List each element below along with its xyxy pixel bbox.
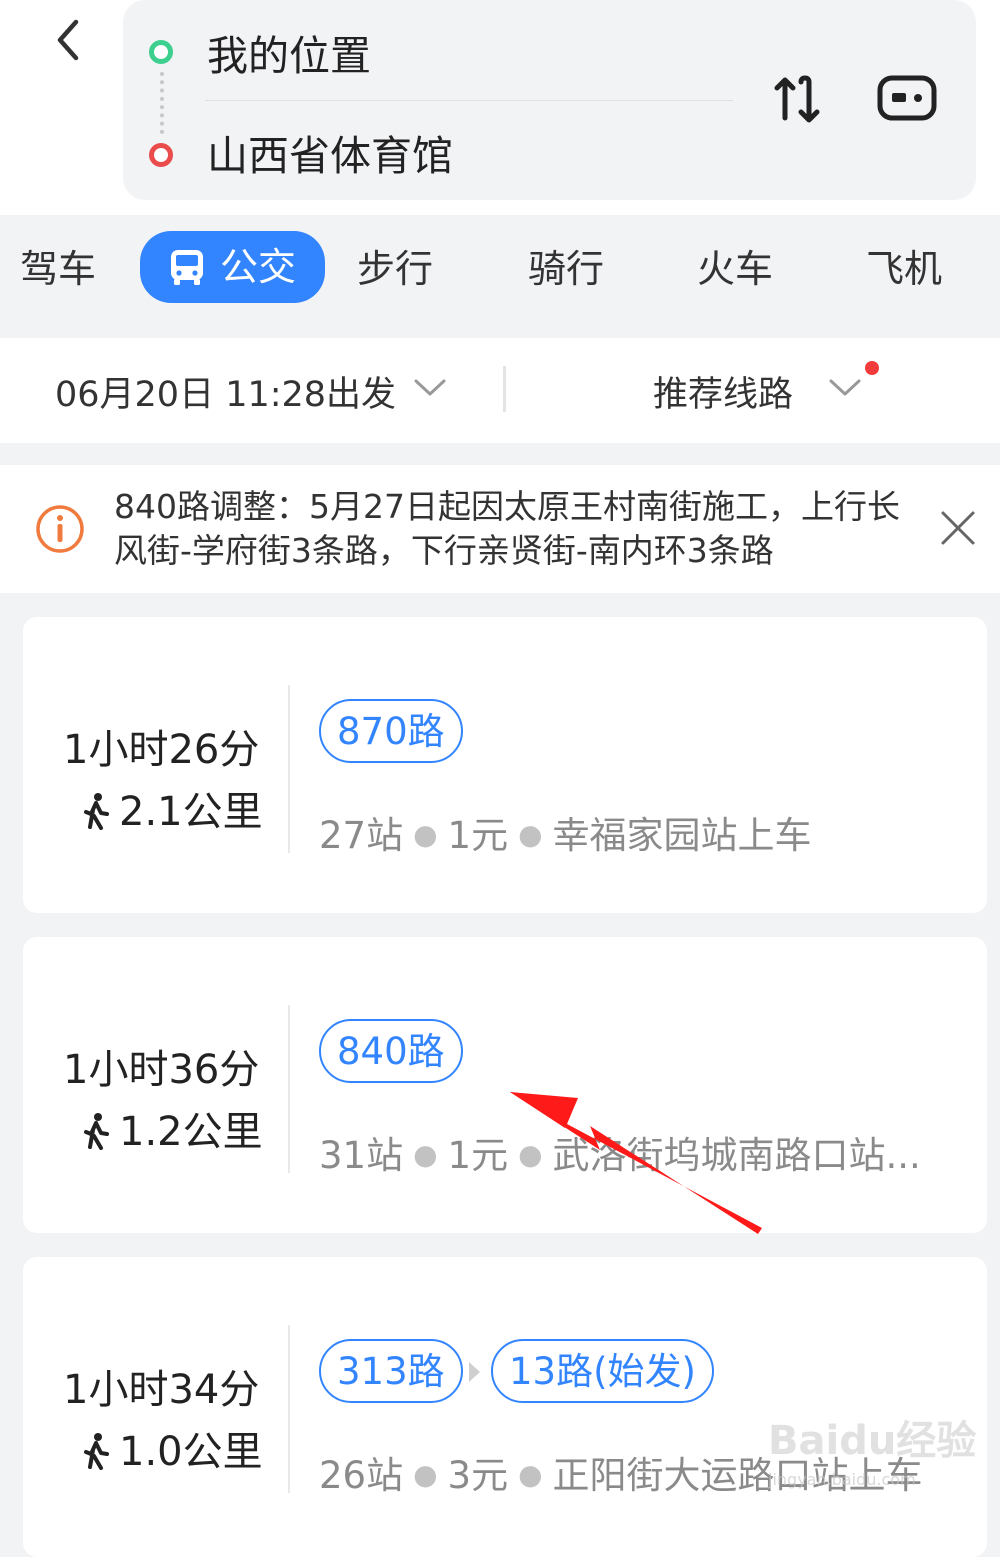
stop-count: 31站 bbox=[319, 1134, 404, 1177]
start-location-field[interactable]: 我的位置 bbox=[207, 22, 371, 82]
swap-icon bbox=[774, 75, 820, 123]
walk-distance: 1.2公里 bbox=[81, 1099, 263, 1157]
tab-bus-label: 公交 bbox=[220, 245, 297, 289]
notice-text: 840路调整：5月27日起因太原王村南街施工，上行长风街-学府街3条路，下行亲贤… bbox=[114, 487, 900, 570]
dot-separator: ● bbox=[413, 1458, 438, 1491]
end-dot-icon bbox=[149, 143, 173, 167]
route-connector bbox=[160, 72, 164, 134]
end-location-field[interactable]: 山西省体育馆 bbox=[207, 122, 453, 182]
tab-train[interactable]: 火车 bbox=[697, 238, 773, 300]
tab-ride[interactable]: 骑行 bbox=[528, 238, 604, 300]
watermark-logo: Baidu经验 bbox=[768, 1418, 977, 1464]
route-card[interactable]: 1小时36分 1.2公里 840路 31站 ● 1元 ● 武洛街坞城南路口站... bbox=[23, 937, 987, 1233]
transfer-arrow-icon bbox=[469, 1362, 480, 1382]
fare: 3元 bbox=[447, 1454, 509, 1497]
stop-count: 26站 bbox=[319, 1454, 404, 1497]
tab-drive[interactable]: 驾车 bbox=[20, 238, 96, 300]
route-card[interactable]: 1小时26分 2.1公里 870路 27站 ● 1元 ● 幸福家园站上车 bbox=[23, 617, 987, 913]
chevron-down-icon bbox=[414, 379, 446, 396]
notice-banner: 840路调整：5月27日起因太原王村南街施工，上行长风街-学府街3条路，下行亲贤… bbox=[0, 465, 1000, 593]
tab-walk[interactable]: 步行 bbox=[357, 238, 433, 300]
tab-flight[interactable]: 飞机 bbox=[866, 238, 942, 300]
bus-line-tag: 313路 bbox=[319, 1339, 463, 1403]
filter-divider bbox=[503, 366, 506, 412]
route-duration: 1小时34分 bbox=[63, 1367, 260, 1413]
more-options-icon bbox=[877, 75, 937, 121]
walk-distance: 2.1公里 bbox=[81, 779, 263, 837]
start-dot-icon bbox=[149, 40, 173, 64]
fare: 1元 bbox=[447, 1134, 509, 1177]
boarding-stop: 幸福家园站上车 bbox=[552, 814, 812, 857]
chevron-down-icon bbox=[829, 379, 861, 396]
dot-separator: ● bbox=[518, 1138, 543, 1171]
section-divider bbox=[0, 330, 1000, 338]
bus-icon bbox=[171, 250, 203, 285]
watermark-url: jingyan.baidu.com bbox=[768, 1470, 916, 1489]
boarding-stop: 武洛街坞城南路口站... bbox=[552, 1134, 921, 1177]
walk-distance-value: 2.1公里 bbox=[119, 789, 263, 835]
route-card[interactable]: 1小时34分 1.0公里 313路 13路(始发) 26站 ● 3元 ● 正阳街大运路口… bbox=[23, 1257, 987, 1557]
walk-icon bbox=[84, 1113, 109, 1150]
route-duration: 1小时36分 bbox=[63, 1047, 260, 1093]
walk-icon bbox=[84, 793, 109, 830]
stop-count: 27站 bbox=[319, 814, 404, 857]
departure-time-label: 06月20日 11:28出发 bbox=[55, 375, 397, 415]
route-duration: 1小时26分 bbox=[63, 727, 260, 773]
card-divider bbox=[288, 1325, 290, 1493]
card-divider bbox=[288, 685, 290, 853]
info-icon bbox=[36, 505, 84, 553]
bus-line-tag: 870路 bbox=[319, 699, 463, 763]
dot-separator: ● bbox=[518, 818, 543, 851]
back-arrow-icon bbox=[57, 19, 79, 61]
route-header: 我的位置 山西省体育馆 驾车 公交 步行 骑行 火车 飞机 bbox=[0, 0, 1000, 303]
bus-line-tag: 13路(始发) bbox=[491, 1339, 714, 1403]
walk-icon bbox=[84, 1433, 109, 1470]
dot-separator: ● bbox=[518, 1458, 543, 1491]
swap-button[interactable] bbox=[771, 74, 823, 126]
walk-distance: 1.0公里 bbox=[81, 1419, 263, 1477]
route-input-box: 我的位置 山西省体育馆 bbox=[123, 0, 976, 200]
filter-bar: 06月20日 11:28出发 推荐线路 bbox=[0, 338, 1000, 443]
bus-line-tag: 840路 bbox=[319, 1019, 463, 1083]
dot-separator: ● bbox=[413, 818, 438, 851]
divider bbox=[205, 100, 733, 101]
card-divider bbox=[288, 1005, 290, 1173]
route-info: 27站 ● 1元 ● 幸福家园站上车 bbox=[319, 805, 812, 859]
walk-distance-value: 1.2公里 bbox=[119, 1109, 263, 1155]
route-info: 31站 ● 1元 ● 武洛街坞城南路口站... bbox=[319, 1125, 921, 1179]
more-button[interactable] bbox=[876, 72, 938, 126]
route-strategy-label: 推荐线路 bbox=[653, 375, 794, 415]
walk-distance-value: 1.0公里 bbox=[119, 1429, 263, 1475]
new-badge-dot bbox=[865, 361, 879, 375]
back-button[interactable] bbox=[40, 12, 100, 72]
fare: 1元 bbox=[447, 814, 509, 857]
tab-bus[interactable]: 公交 bbox=[140, 231, 325, 303]
dot-separator: ● bbox=[413, 1138, 438, 1171]
close-icon[interactable] bbox=[938, 508, 978, 548]
